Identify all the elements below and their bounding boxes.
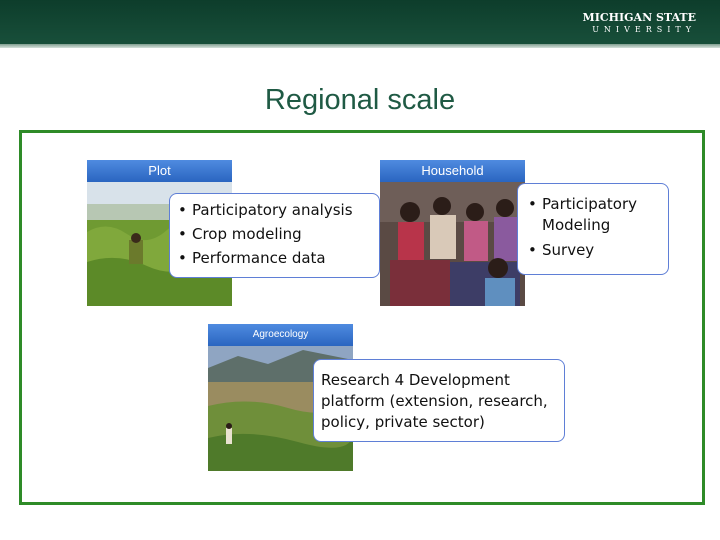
household-photo	[380, 182, 525, 306]
plot-label: Plot	[87, 160, 232, 182]
household-bullet-1: Participatory Modeling	[528, 194, 660, 236]
brand-logo-line2: UNIVERSITY	[592, 25, 696, 34]
agroecology-text: Research 4 Development platform (extensi…	[321, 371, 548, 431]
household-callout: Participatory Modeling Survey	[517, 183, 669, 275]
plot-bullet-2: Crop modeling	[178, 222, 373, 246]
household-bullet-2: Survey	[528, 236, 660, 264]
plot-bullet-3: Performance data	[178, 246, 373, 270]
slide-title: Regional scale	[264, 84, 456, 116]
brand-logo-line1: MICHIGAN STATE	[582, 11, 696, 24]
header-divider	[0, 44, 720, 48]
plot-callout: Participatory analysis Crop modeling Per…	[169, 193, 380, 278]
plot-bullet-1: Participatory analysis	[178, 198, 373, 222]
household-label: Household	[380, 160, 525, 182]
agroecology-label: Agroecology	[208, 324, 353, 346]
agroecology-callout: Research 4 Development platform (extensi…	[313, 359, 565, 442]
